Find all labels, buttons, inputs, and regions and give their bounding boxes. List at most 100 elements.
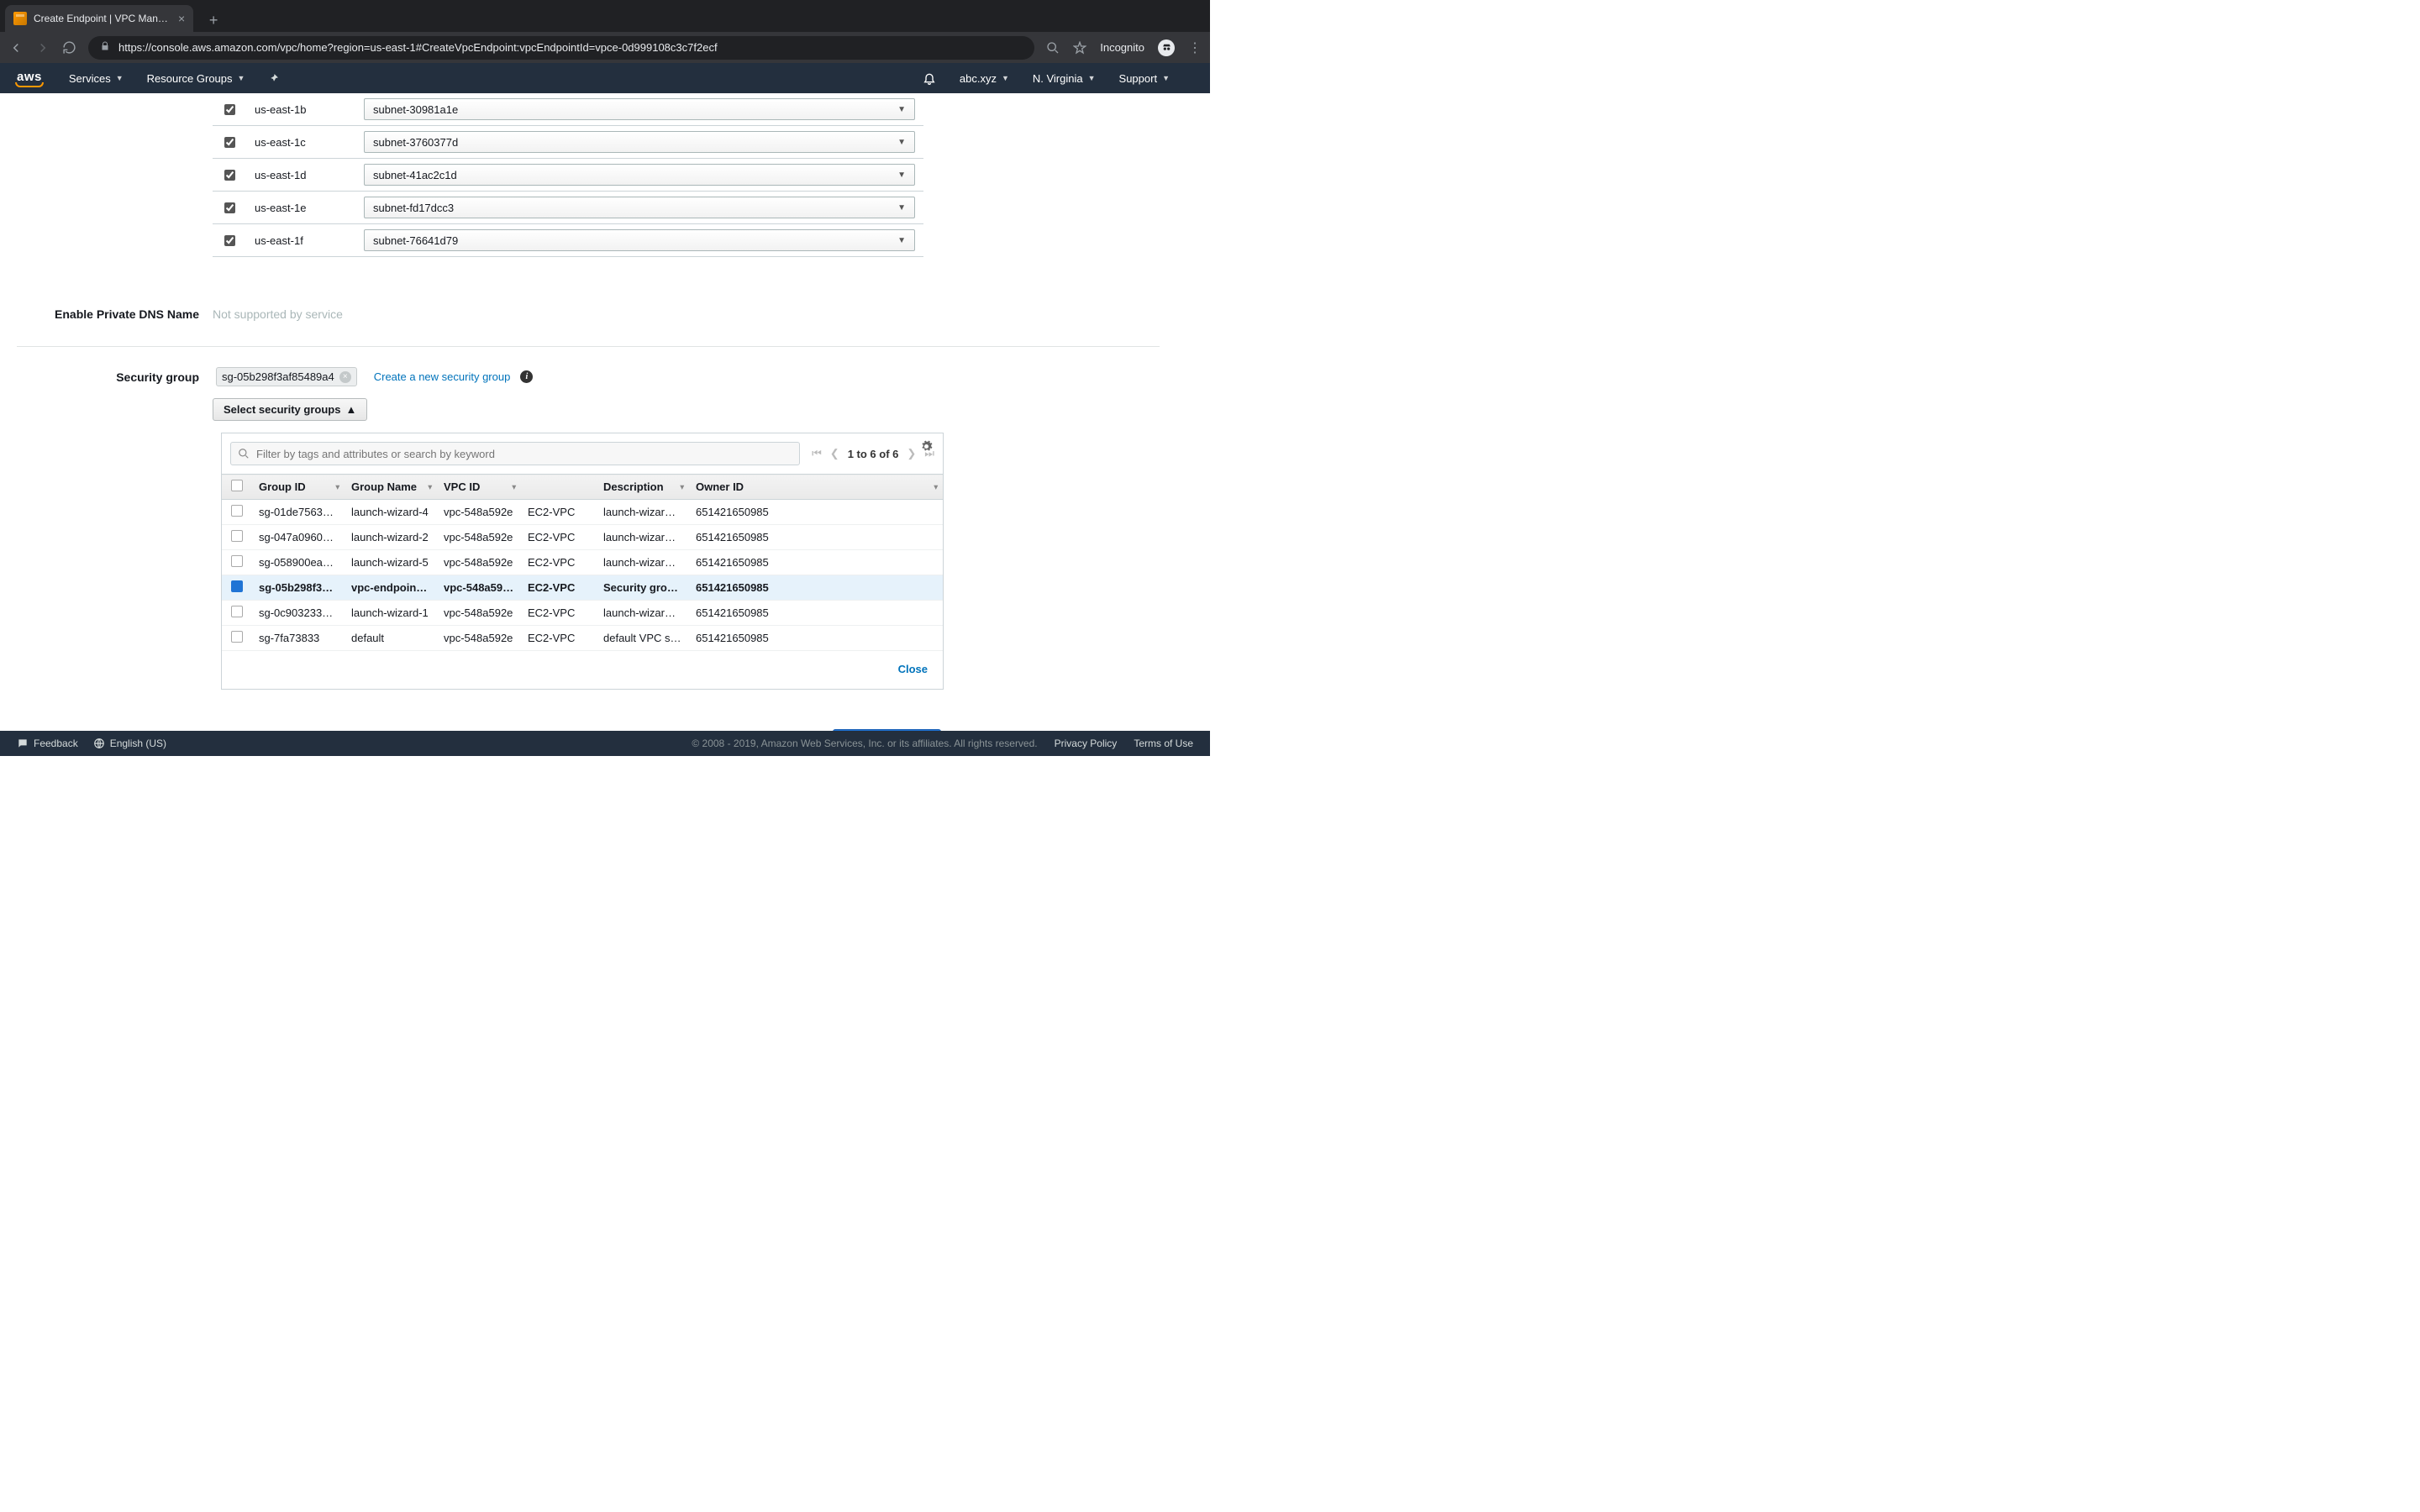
pager-next-icon[interactable]: ❯ <box>907 447 916 460</box>
subnet-checkbox[interactable] <box>224 202 235 213</box>
sg-col-vpc-id[interactable]: VPC ID▾ <box>437 475 521 500</box>
sg-owner-id: 651421650985 <box>689 500 943 525</box>
browser-tab-active[interactable]: Create Endpoint | VPC Manage × <box>5 5 193 32</box>
subnet-checkbox[interactable] <box>224 104 235 115</box>
nav-support[interactable]: Support▼ <box>1119 72 1170 85</box>
pager-first-icon[interactable]: ⏮ <box>812 447 822 460</box>
close-tab-icon[interactable]: × <box>178 12 185 25</box>
pager-prev-icon[interactable]: ❮ <box>830 447 839 460</box>
forward-button[interactable] <box>35 40 50 55</box>
reload-button[interactable] <box>62 40 76 55</box>
caret-down-icon: ▼ <box>897 105 906 114</box>
create-endpoint-button[interactable]: Create endpoint <box>833 729 941 731</box>
chrome-menu-icon[interactable]: ⋮ <box>1188 39 1202 56</box>
nav-region[interactable]: N. Virginia▼ <box>1033 72 1096 85</box>
terms-link[interactable]: Terms of Use <box>1134 738 1193 749</box>
aws-favicon <box>13 12 27 25</box>
sg-row-checkbox[interactable] <box>231 530 243 542</box>
sg-row[interactable]: sg-047a0960…launch-wizard-2vpc-548a592eE… <box>222 525 943 550</box>
subnet-row: us-east-1esubnet-fd17dcc3▼ <box>213 192 923 224</box>
sg-col-type[interactable] <box>521 475 597 500</box>
zoom-icon[interactable] <box>1046 41 1060 55</box>
lock-icon <box>100 41 110 54</box>
sg-row[interactable]: sg-0c903233…launch-wizard-1vpc-548a592eE… <box>222 601 943 626</box>
sg-type: EC2-VPC <box>521 500 597 525</box>
sg-close-link[interactable]: Close <box>898 663 928 675</box>
back-button[interactable] <box>8 40 24 55</box>
sg-group-name: launch-wizard-4 <box>345 500 437 525</box>
subnet-select[interactable]: subnet-3760377d▼ <box>364 131 915 153</box>
subnet-select[interactable]: subnet-76641d79▼ <box>364 229 915 251</box>
search-icon <box>238 448 250 459</box>
gear-icon[interactable] <box>920 440 933 455</box>
subnet-id: subnet-76641d79 <box>373 234 458 247</box>
sg-row[interactable]: sg-05b298f3a…vpc-endpoint-…vpc-548a592eE… <box>222 575 943 601</box>
private-dns-row: Enable Private DNS Name Not supported by… <box>17 307 1160 321</box>
url-bar[interactable]: https://console.aws.amazon.com/vpc/home?… <box>88 36 1034 60</box>
subnet-az: us-east-1c <box>246 126 355 159</box>
nav-services[interactable]: Services▼ <box>69 72 124 85</box>
privacy-link[interactable]: Privacy Policy <box>1055 738 1118 749</box>
subnet-checkbox[interactable] <box>224 170 235 181</box>
sg-group-id: sg-0c903233… <box>252 601 345 626</box>
sg-group-name: vpc-endpoint-… <box>345 575 437 601</box>
subnet-checkbox[interactable] <box>224 137 235 148</box>
subnet-select[interactable]: subnet-30981a1e▼ <box>364 98 915 120</box>
nav-resource-groups[interactable]: Resource Groups▼ <box>147 72 245 85</box>
subnet-table: us-east-1bsubnet-30981a1e▼us-east-1csubn… <box>213 93 923 257</box>
sg-row-checkbox[interactable] <box>231 631 243 643</box>
sg-row[interactable]: sg-7fa73833defaultvpc-548a592eEC2-VPCdef… <box>222 626 943 651</box>
sg-col-group-id[interactable]: Group ID▾ <box>252 475 345 500</box>
caret-down-icon: ▼ <box>238 74 245 82</box>
sg-col-group-name[interactable]: Group Name▾ <box>345 475 437 500</box>
sg-vpc-id: vpc-548a592e <box>437 626 521 651</box>
sg-filter-input[interactable] <box>230 442 800 465</box>
sg-owner-id: 651421650985 <box>689 575 943 601</box>
sg-row-checkbox[interactable] <box>231 555 243 567</box>
bookmark-icon[interactable] <box>1073 41 1086 55</box>
nav-account[interactable]: abc.xyz▼ <box>960 72 1009 85</box>
feedback-link[interactable]: Feedback <box>17 738 78 749</box>
subnet-id: subnet-3760377d <box>373 136 458 149</box>
security-group-chip[interactable]: sg-05b298f3af85489a4 × <box>216 367 357 386</box>
create-security-group-link[interactable]: Create a new security group <box>374 370 511 383</box>
aws-logo[interactable]: aws <box>17 70 42 87</box>
subnet-row: us-east-1c subnet-3760377d▼ <box>213 126 923 159</box>
security-group-label: Security group <box>17 370 206 384</box>
sg-row-checkbox[interactable] <box>231 580 243 592</box>
globe-icon <box>93 738 105 749</box>
sg-filter-field[interactable] <box>255 447 792 461</box>
sg-row[interactable]: sg-058900ea…launch-wizard-5vpc-548a592eE… <box>222 550 943 575</box>
subnet-select[interactable]: subnet-fd17dcc3▼ <box>364 197 915 218</box>
nav-pin-icon[interactable] <box>268 73 279 84</box>
sg-col-description[interactable]: Description▾ <box>597 475 689 500</box>
incognito-label: Incognito <box>1100 41 1144 54</box>
sg-type: EC2-VPC <box>521 525 597 550</box>
new-tab-button[interactable]: + <box>202 8 225 32</box>
language-select[interactable]: English (US) <box>93 738 166 749</box>
security-group-picker: ⏮ ❮ 1 to 6 of 6 ❯ ⏭ Group ID▾ Group Name… <box>221 433 944 690</box>
sort-caret-icon: ▾ <box>428 482 432 491</box>
subnet-id: subnet-41ac2c1d <box>373 169 457 181</box>
checkbox-icon[interactable] <box>231 480 243 491</box>
chip-remove-icon[interactable]: × <box>339 371 351 383</box>
sg-type: EC2-VPC <box>521 550 597 575</box>
select-security-groups-toggle[interactable]: Select security groups ▲ <box>213 398 367 421</box>
nav-notifications-icon[interactable] <box>923 71 936 85</box>
sg-vpc-id: vpc-548a592e <box>437 525 521 550</box>
caret-down-icon: ▼ <box>1162 74 1170 82</box>
subnet-row: us-east-1dsubnet-41ac2c1d▼ <box>213 159 923 192</box>
sg-row-checkbox[interactable] <box>231 606 243 617</box>
sg-col-select[interactable] <box>222 475 252 500</box>
subnet-checkbox[interactable] <box>224 235 235 246</box>
security-group-chip-text: sg-05b298f3af85489a4 <box>222 370 334 383</box>
sg-col-owner[interactable]: Owner ID▾ <box>689 475 943 500</box>
sg-row-checkbox[interactable] <box>231 505 243 517</box>
copyright-text: © 2008 - 2019, Amazon Web Services, Inc.… <box>692 738 1037 749</box>
info-icon[interactable]: i <box>520 370 533 383</box>
sg-row[interactable]: sg-01de7563…launch-wizard-4vpc-548a592eE… <box>222 500 943 525</box>
sg-description: launch-wizar… <box>597 525 689 550</box>
subnet-select[interactable]: subnet-41ac2c1d▼ <box>364 164 915 186</box>
security-group-table: Group ID▾ Group Name▾ VPC ID▾ Descriptio… <box>222 474 943 651</box>
sort-caret-icon: ▾ <box>680 482 684 491</box>
